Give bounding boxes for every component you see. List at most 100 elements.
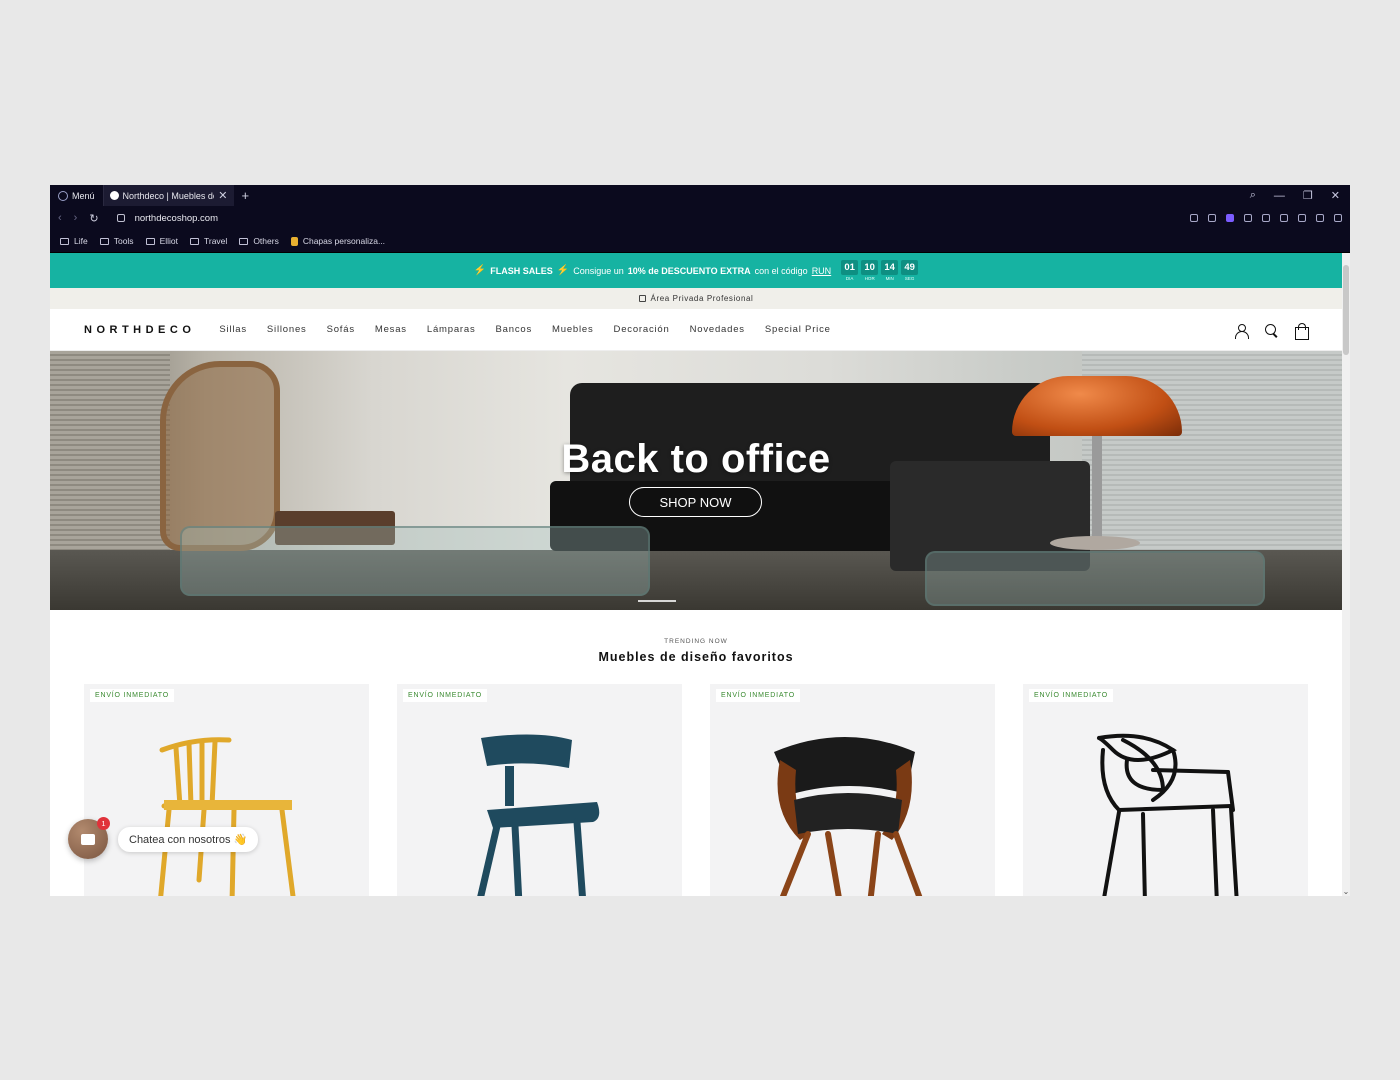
bookmark-life[interactable]: Life (60, 236, 88, 246)
bolt-icon: ⚡ (473, 265, 487, 276)
bookmarks-bar: Life Tools Elliot Travel Others Chapas p… (50, 230, 1350, 253)
hero-banner[interactable]: Back to office SHOP NOW (50, 351, 1342, 610)
main-menu: Sillas Sillones Sofás Mesas Lámparas Ban… (219, 324, 830, 335)
countdown-label: HOR (864, 276, 875, 281)
search-icon[interactable] (1264, 323, 1278, 337)
hero-title: Back to office (561, 437, 831, 481)
page-scrollbar[interactable]: ⌄ (1342, 253, 1350, 896)
share-icon[interactable] (1190, 214, 1198, 222)
menu-item-decoracion[interactable]: Decoración (614, 324, 670, 335)
private-area-bar[interactable]: Área Privada Profesional (50, 288, 1342, 309)
bolt-icon: ⚡ (556, 265, 570, 276)
product-card[interactable]: ENVÍO INMEDIATO (1023, 684, 1308, 896)
shipping-badge: ENVÍO INMEDIATO (1029, 689, 1113, 702)
countdown-timer: 01 DIA 10 HOR 14 MIN 49 SEG (841, 260, 919, 281)
lock-icon[interactable] (116, 214, 125, 222)
bookmark-label: Life (74, 236, 88, 246)
opera-logo-icon (58, 190, 68, 201)
cube-icon[interactable] (1298, 214, 1306, 222)
bookmark-travel[interactable]: Travel (190, 236, 227, 246)
account-icon[interactable] (1234, 323, 1249, 339)
blue-perforated-chair-image (477, 734, 600, 896)
promo-text-post: con el código (754, 265, 808, 276)
bookmark-others[interactable]: Others (239, 236, 279, 246)
countdown-seconds: 49 SEG (901, 260, 919, 281)
shipping-badge: ENVÍO INMEDIATO (716, 689, 800, 702)
bookmark-chapas[interactable]: Chapas personaliza... (290, 236, 385, 246)
bookmark-label: Travel (204, 236, 228, 246)
cart-icon[interactable] (1294, 322, 1309, 340)
site-logo[interactable]: NORTHDECO (84, 324, 195, 336)
menu-item-sofas[interactable]: Sofás (327, 324, 355, 335)
website-viewport: ⚡ FLASH SALES ⚡ Consigue un 10% de DESCU… (50, 253, 1342, 896)
bookmark-label: Others (253, 236, 279, 246)
product-grid: ENVÍO INMEDIATO ENVÍO INMEDIATO ENVÍO IN… (84, 684, 1308, 896)
scroll-down-icon[interactable]: ⌄ (1342, 887, 1350, 896)
trending-title: Muebles de diseño favoritos (598, 650, 794, 664)
reload-icon[interactable]: ↻ (89, 212, 98, 225)
private-area-label: Área Privada Profesional (650, 294, 754, 303)
bookmark-tools[interactable]: Tools (99, 236, 134, 246)
heart-icon[interactable] (1262, 214, 1270, 222)
black-walnut-armchair-image (774, 737, 923, 896)
forward-icon[interactable]: › (74, 212, 78, 224)
bookmark-label: Tools (113, 236, 134, 246)
scrollbar-thumb[interactable] (1343, 265, 1349, 355)
product-card[interactable]: ENVÍO INMEDIATO (397, 684, 682, 896)
browser-menu-button[interactable]: Menú (50, 185, 104, 206)
menu-item-muebles[interactable]: Muebles (552, 324, 594, 335)
menu-item-bancos[interactable]: Bancos (496, 324, 533, 335)
promo-text-bold: 10% de DESCUENTO EXTRA (627, 265, 751, 276)
promo-text-pre: Consigue un (573, 265, 624, 276)
folder-icon (145, 237, 155, 245)
hero-lamp-shade (1012, 376, 1182, 436)
minimize-icon[interactable]: — (1274, 190, 1285, 202)
vpn-shield-icon[interactable] (1226, 214, 1234, 222)
close-window-icon[interactable]: ✕ (1331, 189, 1340, 202)
chat-icon (81, 833, 95, 845)
menu-item-special-price[interactable]: Special Price (765, 324, 831, 335)
new-tab-icon[interactable]: + (242, 188, 250, 203)
countdown-value: 10 (861, 260, 879, 275)
bookmark-elliot[interactable]: Elliot (145, 236, 178, 246)
wallet-icon[interactable] (1280, 214, 1288, 222)
countdown-minutes: 14 MIN (881, 260, 899, 281)
folder-icon (190, 237, 199, 245)
hero-glass-side-table (925, 551, 1265, 606)
back-icon[interactable]: ‹ (58, 212, 62, 224)
close-tab-icon[interactable]: ✕ (218, 189, 227, 202)
menu-item-mesas[interactable]: Mesas (375, 324, 407, 335)
restore-icon[interactable]: ❐ (1303, 189, 1313, 202)
slider-indicator[interactable] (638, 600, 676, 602)
camera-icon[interactable] (1208, 214, 1216, 222)
menu-item-novedades[interactable]: Novedades (690, 324, 745, 335)
hero-lamp-base (1050, 536, 1140, 550)
active-tab[interactable]: Northdeco | Muebles de D ✕ (103, 185, 234, 206)
countdown-label: DIA (845, 276, 854, 281)
countdown-value: 14 (881, 260, 899, 275)
download-icon[interactable] (1316, 214, 1324, 222)
tab-bar: Menú Northdeco | Muebles de D ✕ + ⌕ — ❐ … (50, 185, 1350, 206)
menu-item-lamparas[interactable]: Lámparas (427, 324, 476, 335)
promo-code[interactable]: RUN (812, 266, 832, 276)
bookmark-favicon-icon (290, 236, 298, 246)
menu-item-sillones[interactable]: Sillones (267, 324, 307, 335)
site-header: NORTHDECO Sillas Sillones Sofás Mesas Lá… (50, 309, 1342, 351)
countdown-label: SEG (904, 276, 915, 281)
settings-sliders-icon[interactable] (1334, 214, 1342, 222)
product-card[interactable]: ENVÍO INMEDIATO (710, 684, 995, 896)
browser-menu-label: Menú (72, 190, 95, 201)
menu-item-sillas[interactable]: Sillas (219, 324, 247, 335)
flash-sales-label: FLASH SALES (490, 265, 553, 276)
countdown-value: 49 (901, 260, 919, 275)
send-icon[interactable] (1244, 214, 1252, 222)
tab-search-icon[interactable]: ⌕ (1250, 189, 1256, 202)
promo-bar: ⚡ FLASH SALES ⚡ Consigue un 10% de DESCU… (50, 253, 1342, 288)
browser-window: Menú Northdeco | Muebles de D ✕ + ⌕ — ❐ … (50, 185, 1350, 896)
countdown-value: 01 (841, 260, 859, 275)
shop-now-button[interactable]: SHOP NOW (629, 487, 762, 517)
product-card[interactable]: ENVÍO INMEDIATO (84, 684, 369, 896)
black-lattice-chair-image (1097, 733, 1239, 896)
chat-prompt-bubble[interactable]: Chatea con nosotros 👋 (118, 827, 259, 852)
url-field[interactable]: northdecoshop.com (135, 213, 218, 224)
